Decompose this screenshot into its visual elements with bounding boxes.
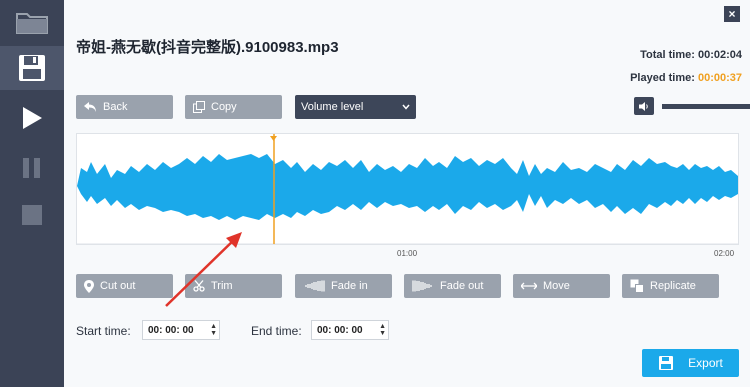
back-arrow-icon bbox=[84, 101, 97, 113]
total-time: Total time: 00:02:04 bbox=[640, 49, 742, 61]
pause-button[interactable] bbox=[0, 146, 64, 190]
cut-out-button[interactable]: Cut out bbox=[76, 274, 173, 298]
volume-slider[interactable] bbox=[662, 104, 750, 109]
close-icon: × bbox=[728, 7, 736, 21]
save-icon bbox=[658, 355, 674, 371]
playhead-handle[interactable] bbox=[270, 128, 277, 141]
play-button[interactable] bbox=[0, 96, 64, 140]
start-time-value: 00: 00: 00 bbox=[148, 324, 194, 336]
played-time-label: Played time: bbox=[630, 72, 695, 84]
move-label: Move bbox=[543, 280, 570, 292]
volume-level-select[interactable]: Volume level bbox=[295, 95, 416, 119]
fade-in-label: Fade in bbox=[331, 280, 368, 292]
speaker-icon bbox=[639, 101, 648, 111]
total-time-label: Total time: bbox=[640, 49, 695, 61]
pause-icon bbox=[23, 158, 40, 178]
end-time-value: 00: 00: 00 bbox=[317, 324, 363, 336]
end-time-input[interactable]: 00: 00: 00 ▲ ▼ bbox=[311, 320, 389, 340]
stop-button[interactable] bbox=[0, 193, 64, 237]
replicate-label: Replicate bbox=[650, 280, 696, 292]
copy-button[interactable]: Copy bbox=[185, 95, 282, 119]
copy-label: Copy bbox=[211, 101, 237, 113]
timeline-tick: 02:00 bbox=[714, 249, 735, 258]
export-button[interactable]: Export bbox=[642, 349, 739, 377]
timeline-tick: 01:00 bbox=[397, 249, 418, 258]
end-time-label: End time: bbox=[251, 324, 302, 338]
open-file-button[interactable] bbox=[0, 0, 64, 44]
close-button[interactable]: × bbox=[724, 6, 740, 22]
back-button[interactable]: Back bbox=[76, 95, 173, 119]
export-label: Export bbox=[688, 356, 723, 370]
fade-out-icon bbox=[412, 280, 434, 292]
total-time-value: 00:02:04 bbox=[697, 49, 742, 61]
back-label: Back bbox=[103, 101, 128, 113]
volume-level-value: Volume level bbox=[301, 101, 364, 113]
annotation-arrow bbox=[165, 232, 242, 307]
fade-in-icon bbox=[303, 280, 325, 292]
played-time: Played time: 00:00:37 bbox=[630, 72, 742, 84]
fade-in-button[interactable]: Fade in bbox=[295, 274, 392, 298]
start-time-input[interactable]: 00: 00: 00 ▲ ▼ bbox=[142, 320, 220, 340]
fade-out-label: Fade out bbox=[440, 280, 484, 292]
file-name: 帝姐-燕无歇(抖音完整版).9100983.mp3 bbox=[76, 39, 339, 56]
cut-out-label: Cut out bbox=[100, 280, 136, 292]
start-time-spinner[interactable]: ▲ ▼ bbox=[210, 323, 217, 337]
start-time-label: Start time: bbox=[76, 324, 131, 338]
folder-icon bbox=[16, 13, 48, 34]
move-button[interactable]: Move bbox=[513, 274, 610, 298]
copy-icon bbox=[193, 101, 205, 113]
save-button[interactable] bbox=[0, 46, 64, 90]
played-time-value: 00:00:37 bbox=[697, 72, 742, 84]
play-icon bbox=[23, 107, 42, 129]
replicate-button[interactable]: Replicate bbox=[622, 274, 719, 298]
pin-icon bbox=[84, 279, 94, 293]
stop-icon bbox=[22, 205, 42, 225]
move-icon bbox=[521, 282, 537, 290]
save-icon bbox=[19, 55, 45, 81]
left-toolbar bbox=[0, 0, 64, 387]
end-time-spinner[interactable]: ▲ ▼ bbox=[379, 323, 386, 337]
volume-button[interactable] bbox=[634, 97, 654, 115]
replicate-icon bbox=[630, 279, 644, 293]
waveform-shape bbox=[77, 154, 738, 220]
fade-out-button[interactable]: Fade out bbox=[404, 274, 501, 298]
chevron-down-icon bbox=[402, 101, 410, 113]
